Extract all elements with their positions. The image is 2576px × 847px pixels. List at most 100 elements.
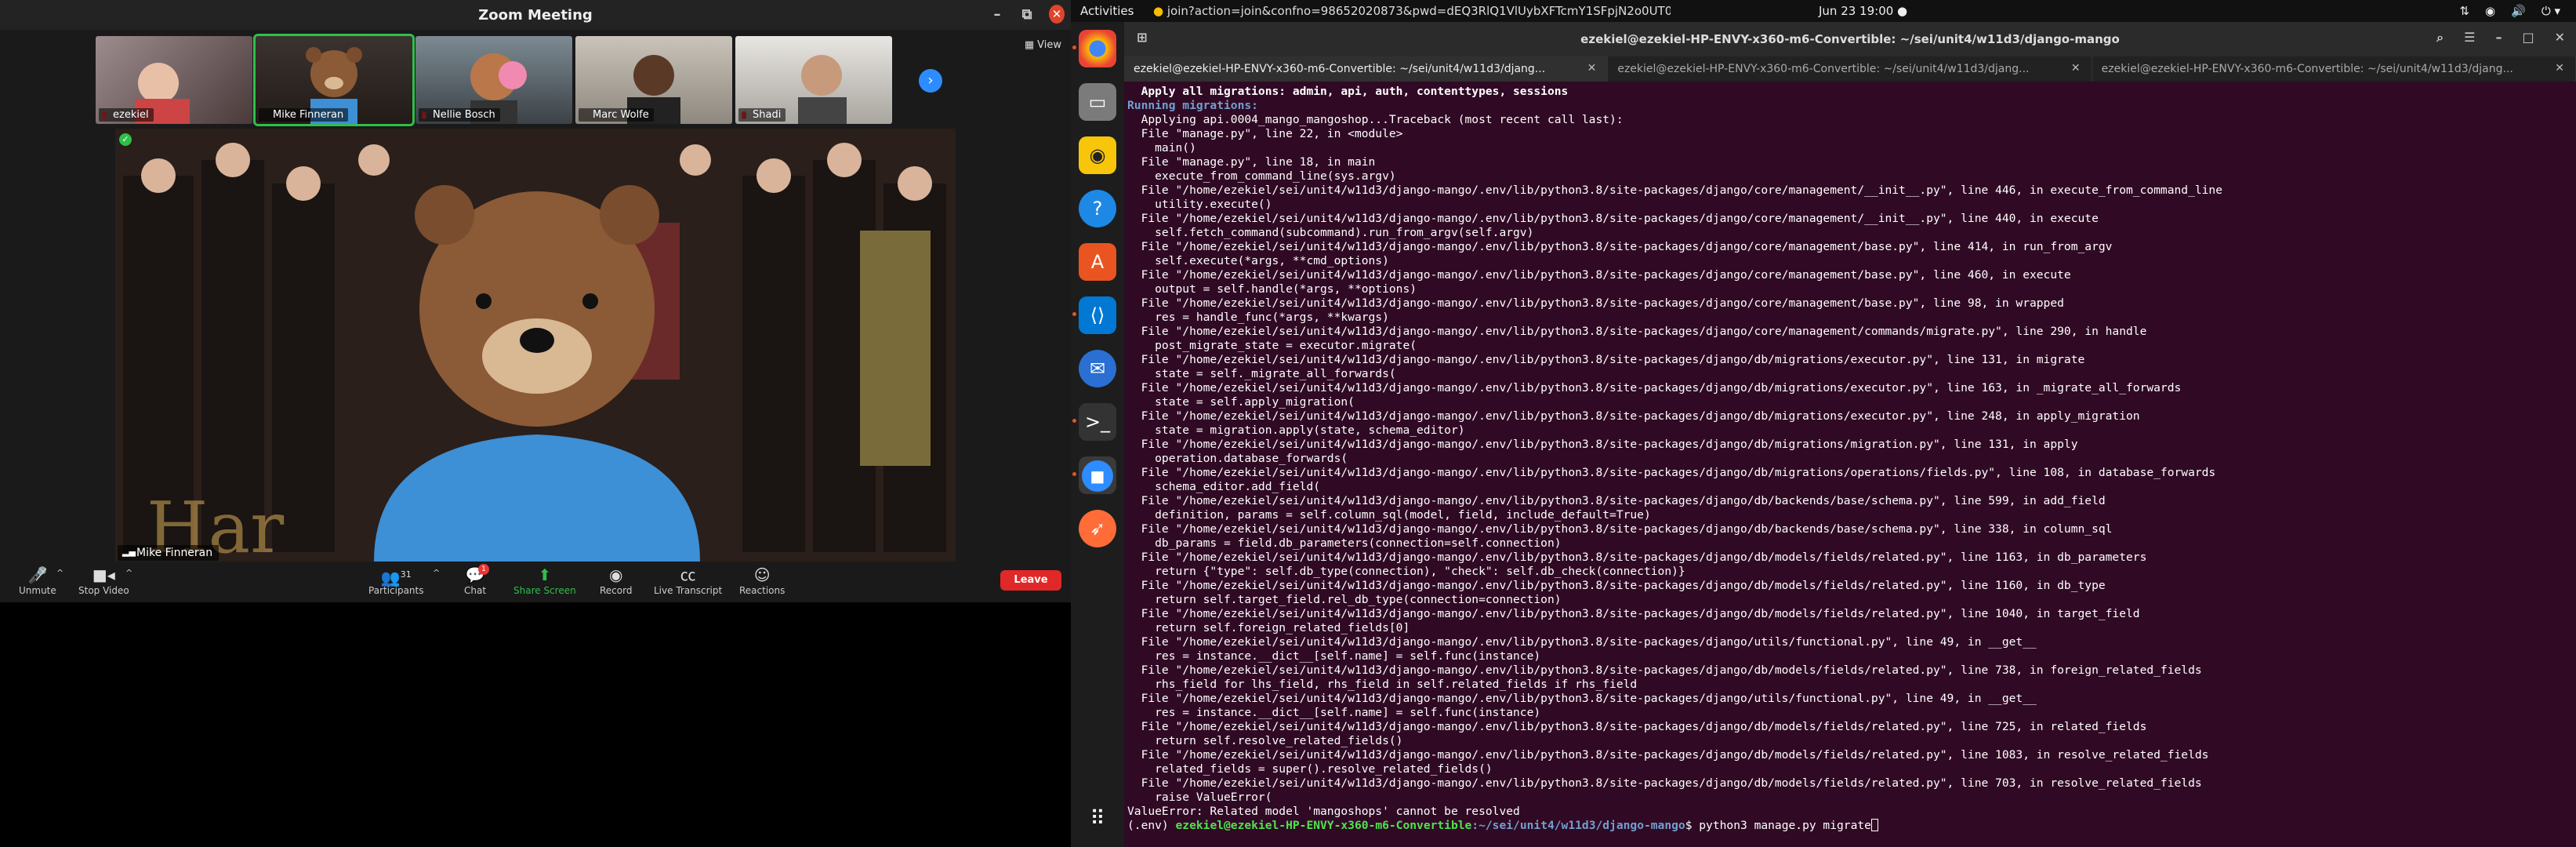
participants-button[interactable]: 👥31 Participants	[368, 565, 424, 596]
minimize-icon[interactable]: –	[2495, 30, 2502, 45]
terminal-line: main()	[1127, 141, 1196, 154]
reaction-smiley-icon: ☺	[753, 565, 771, 584]
record-button[interactable]: ◉ Record	[600, 565, 632, 596]
reactions-button[interactable]: ☺ Reactions	[739, 565, 785, 596]
participant-tile-marc-wolfe[interactable]: Marc Wolfe	[575, 36, 732, 124]
participant-tile-shadi[interactable]: Shadi	[735, 36, 892, 124]
postman-icon[interactable]: ➶	[1079, 510, 1116, 547]
stop-video-button[interactable]: ■◂ Stop Video	[78, 565, 129, 596]
terminal-line: related_fields = super().resolve_related…	[1127, 762, 1493, 776]
unmute-label: Unmute	[19, 585, 56, 596]
terminal-line: ValueError: Related model 'mangoshops' c…	[1127, 805, 1520, 818]
terminal-line: File "/home/ezekiel/sei/unit4/w11d3/djan…	[1127, 296, 2064, 310]
thunderbird-icon[interactable]: ✉	[1079, 350, 1116, 387]
menu-icon[interactable]: ☰	[2464, 30, 2475, 45]
app-menu-label: join?action=join&confno=98652020873&pwd=…	[1166, 4, 1671, 18]
app-menu-title[interactable]: ● join?action=join&confno=98652020873&pw…	[1153, 4, 1671, 18]
activities-button[interactable]: Activities	[1080, 4, 1134, 18]
terminal-tab[interactable]: ezekiel@ezekiel-HP-ENVY-x360-m6-Converti…	[2092, 56, 2576, 82]
terminal-line: File "/home/ezekiel/sei/unit4/w11d3/djan…	[1127, 748, 2209, 762]
participant-name: Nellie Bosch	[419, 108, 500, 122]
participants-icon: 👥31	[380, 568, 412, 587]
participant-name: Mike Finneran	[259, 108, 349, 122]
maximize-icon[interactable]: □	[2522, 30, 2534, 45]
terminal-line: File "/home/ezekiel/sei/unit4/w11d3/djan…	[1127, 522, 2113, 536]
terminal-line: File "/home/ezekiel/sei/unit4/w11d3/djan…	[1127, 184, 2223, 197]
terminal-line: File "/home/ezekiel/sei/unit4/w11d3/djan…	[1127, 438, 2078, 451]
zoom-title-bar: Zoom Meeting – ⧉ ✕	[0, 0, 1071, 30]
network-icon: ⇅	[2459, 4, 2470, 18]
terminal-tabs: ezekiel@ezekiel-HP-ENVY-x360-m6-Converti…	[1124, 56, 2576, 82]
terminal-title: ezekiel@ezekiel-HP-ENVY-x360-m6-Converti…	[1580, 32, 2120, 46]
system-top-bar: Activities ● join?action=join&confno=986…	[1071, 0, 2576, 22]
chrome-icon[interactable]	[1072, 30, 1116, 67]
terminal-line: File "/home/ezekiel/sei/unit4/w11d3/djan…	[1127, 494, 2106, 507]
participants-options-chevron-icon[interactable]: ^	[433, 568, 440, 578]
terminal-line: state = self.apply_migration(	[1127, 395, 1355, 409]
leave-meeting-button[interactable]: Leave	[1000, 570, 1061, 591]
unmute-button[interactable]: 🎤̸ Unmute	[19, 565, 56, 596]
system-tray[interactable]: ⇅ ◉ 🔊 ⏻ ▾	[2459, 4, 2560, 18]
audio-options-chevron-icon[interactable]: ^	[56, 568, 63, 578]
maximize-icon[interactable]: ⧉	[1019, 6, 1035, 23]
share-screen-button[interactable]: ⬆ Share Screen	[513, 565, 576, 596]
show-applications-icon[interactable]: ⠿	[1079, 800, 1116, 838]
close-tab-icon[interactable]: ✕	[2071, 62, 2081, 75]
participants-label: Participants	[368, 585, 424, 596]
participant-tile-nellie-bosch[interactable]: Nellie Bosch	[415, 36, 572, 124]
terminal-window: ⊞ ezekiel@ezekiel-HP-ENVY-x360-m6-Conver…	[1124, 22, 2576, 847]
participant-strip: ezekiel Mike Finneran Nellie Bosch Marc …	[96, 34, 892, 126]
terminal-line: res = instance.__dict__[self.name] = sel…	[1127, 706, 1541, 719]
participant-tile-ezekiel[interactable]: ezekiel	[96, 36, 252, 124]
terminal-line: File "/home/ezekiel/sei/unit4/w11d3/djan…	[1127, 579, 2106, 592]
view-label: View	[1037, 39, 1061, 51]
encryption-shield-icon[interactable]: ✓	[119, 133, 132, 146]
terminal-icon[interactable]: >_	[1072, 403, 1116, 441]
close-tab-icon[interactable]: ✕	[1587, 62, 1597, 75]
app-center-icon[interactable]: A	[1079, 243, 1116, 281]
signal-icon: ▂▄	[122, 547, 136, 557]
live-transcript-label: Live Transcript	[654, 585, 723, 596]
view-button[interactable]: ▦ View	[1025, 39, 1061, 51]
terminal-line: Applying api.0004_mango_mangoshop...Trac…	[1127, 113, 1624, 126]
zoom-icon[interactable]: ■	[1072, 456, 1116, 494]
terminal-line: File "/home/ezekiel/sei/unit4/w11d3/djan…	[1127, 607, 2140, 620]
files-icon[interactable]: ▭	[1079, 83, 1116, 121]
video-options-chevron-icon[interactable]: ^	[125, 568, 132, 578]
terminal-line: self.fetch_command(subcommand).run_from_…	[1127, 226, 1534, 239]
terminal-tab[interactable]: ezekiel@ezekiel-HP-ENVY-x360-m6-Converti…	[1124, 56, 1609, 82]
rhythmbox-icon[interactable]: ◉	[1079, 136, 1116, 174]
new-tab-icon[interactable]: ⊞	[1137, 30, 1147, 45]
vscode-icon[interactable]: ⟨⟩	[1072, 296, 1116, 334]
terminal-line: File "/home/ezekiel/sei/unit4/w11d3/djan…	[1127, 663, 2202, 677]
clock[interactable]: Jun 23 19:00 ●	[1819, 4, 1907, 18]
live-transcript-button[interactable]: ㏄ Live Transcript	[654, 565, 722, 596]
help-icon[interactable]: ?	[1079, 190, 1116, 227]
close-icon[interactable]: ✕	[1049, 5, 1065, 24]
video-camera-icon: ■◂	[92, 565, 115, 584]
closed-captions-icon: ㏄	[680, 565, 696, 584]
search-icon[interactable]: ⌕	[2436, 30, 2444, 45]
terminal-line: return self.target_field.rel_db_type(con…	[1127, 593, 1562, 606]
record-icon: ◉	[609, 565, 623, 584]
close-icon[interactable]: ✕	[2555, 30, 2565, 45]
next-page-chevron-icon[interactable]: ›	[919, 69, 942, 93]
terminal-line: File "/home/ezekiel/sei/unit4/w11d3/djan…	[1127, 353, 2085, 366]
close-tab-icon[interactable]: ✕	[2555, 62, 2564, 75]
active-speaker-name: ▂▄ Mike Finneran	[118, 545, 220, 561]
terminal-line: File "manage.py", line 18, in main	[1127, 155, 1376, 169]
minimize-icon[interactable]: –	[989, 6, 1005, 23]
participant-name: Marc Wolfe	[579, 108, 654, 122]
terminal-line: state = migration.apply(state, schema_ed…	[1127, 424, 1465, 437]
participant-tile-mike-finneran[interactable]: Mike Finneran	[253, 34, 415, 126]
terminal-line: raise ValueError(	[1127, 791, 1272, 804]
terminal-output[interactable]: Apply all migrations: admin, api, auth, …	[1127, 85, 2570, 845]
terminal-line: res = instance.__dict__[self.name] = sel…	[1127, 649, 1541, 663]
terminal-tab[interactable]: ezekiel@ezekiel-HP-ENVY-x360-m6-Converti…	[1608, 56, 2092, 82]
terminal-line: File "/home/ezekiel/sei/unit4/w11d3/djan…	[1127, 776, 2202, 790]
terminal-line: File "manage.py", line 22, in <module>	[1127, 127, 1403, 140]
terminal-prompt[interactable]: (.env) ezekiel@ezekiel-HP-ENVY-x360-m6-C…	[1127, 819, 2570, 833]
terminal-line: File "/home/ezekiel/sei/unit4/w11d3/djan…	[1127, 551, 2147, 564]
terminal-line: return self.foreign_related_fields[0]	[1127, 621, 1410, 634]
prompt-user: ezekiel@ezekiel-HP-ENVY-x360-m6-Converti…	[1175, 819, 1472, 832]
